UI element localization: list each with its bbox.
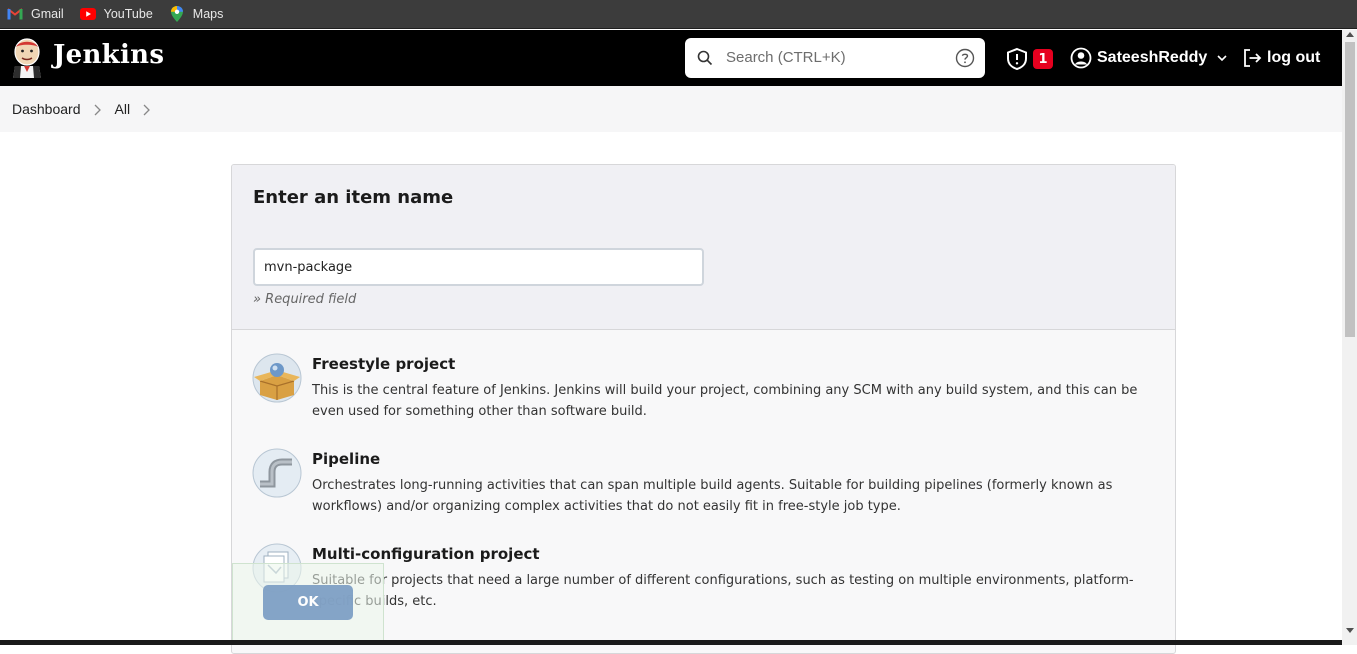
item-type-name: Freestyle project bbox=[312, 355, 456, 373]
search-icon bbox=[697, 50, 713, 66]
pipeline-icon bbox=[252, 448, 302, 498]
logout-link[interactable]: log out bbox=[1241, 47, 1320, 69]
breadcrumb: Dashboard All bbox=[0, 86, 1342, 132]
jenkins-header: Jenkins Search (CTRL+K) 1 SateeshReddy l… bbox=[0, 30, 1342, 86]
page-title: Enter an item name bbox=[253, 187, 454, 208]
item-type-description: Suitable for projects that need a large … bbox=[312, 573, 1134, 609]
chevron-down-icon[interactable] bbox=[1215, 51, 1229, 65]
maps-icon bbox=[169, 6, 185, 22]
scroll-up-arrow-icon[interactable] bbox=[1346, 32, 1354, 37]
item-type-name: Multi-configuration project bbox=[312, 545, 540, 563]
gmail-icon bbox=[7, 6, 23, 22]
bookmark-maps[interactable]: Maps bbox=[169, 6, 224, 22]
item-name-section: Enter an item name » Required field bbox=[232, 165, 1175, 330]
bookmark-youtube[interactable]: YouTube bbox=[79, 6, 153, 22]
bookmark-label: Maps bbox=[192, 7, 224, 21]
item-type-description: This is the central feature of Jenkins. … bbox=[312, 383, 1138, 419]
chevron-right-icon[interactable] bbox=[142, 103, 150, 116]
bookmarks-bar: Gmail YouTube Maps bbox=[0, 0, 1357, 29]
username: SateeshReddy bbox=[1097, 49, 1208, 66]
item-name-input[interactable] bbox=[253, 248, 704, 286]
scroll-down-arrow-icon[interactable] bbox=[1346, 628, 1354, 633]
breadcrumb-dashboard[interactable]: Dashboard bbox=[12, 101, 81, 117]
bookmark-gmail[interactable]: Gmail bbox=[7, 6, 64, 22]
scrollbar-thumb[interactable] bbox=[1345, 42, 1355, 337]
jenkins-logo-icon[interactable] bbox=[11, 38, 43, 78]
bookmark-label: Gmail bbox=[31, 7, 64, 21]
help-icon[interactable] bbox=[955, 48, 975, 68]
security-count-badge[interactable]: 1 bbox=[1033, 49, 1053, 69]
chevron-right-icon bbox=[93, 103, 101, 116]
freestyle-project-icon bbox=[252, 353, 302, 403]
jenkins-brand[interactable]: Jenkins bbox=[53, 40, 164, 70]
logout-icon bbox=[1241, 47, 1263, 69]
ok-button[interactable]: OK bbox=[263, 585, 353, 620]
search-box[interactable]: Search (CTRL+K) bbox=[685, 38, 985, 78]
bookmark-label: YouTube bbox=[103, 7, 153, 21]
page-scrollbar[interactable] bbox=[1342, 30, 1357, 645]
required-field-note: » Required field bbox=[253, 292, 357, 307]
logout-label: log out bbox=[1267, 49, 1321, 66]
item-type-name: Pipeline bbox=[312, 450, 381, 468]
youtube-icon bbox=[79, 6, 96, 22]
user-menu[interactable]: SateeshReddy bbox=[1070, 47, 1229, 69]
breadcrumb-all[interactable]: All bbox=[115, 101, 131, 117]
user-avatar-icon bbox=[1070, 47, 1092, 69]
window-bottom-edge bbox=[0, 640, 1342, 645]
item-type-description: Orchestrates long-running activities tha… bbox=[312, 478, 1113, 514]
security-shield-icon[interactable] bbox=[1005, 47, 1029, 71]
search-input[interactable]: Search (CTRL+K) bbox=[726, 49, 846, 66]
